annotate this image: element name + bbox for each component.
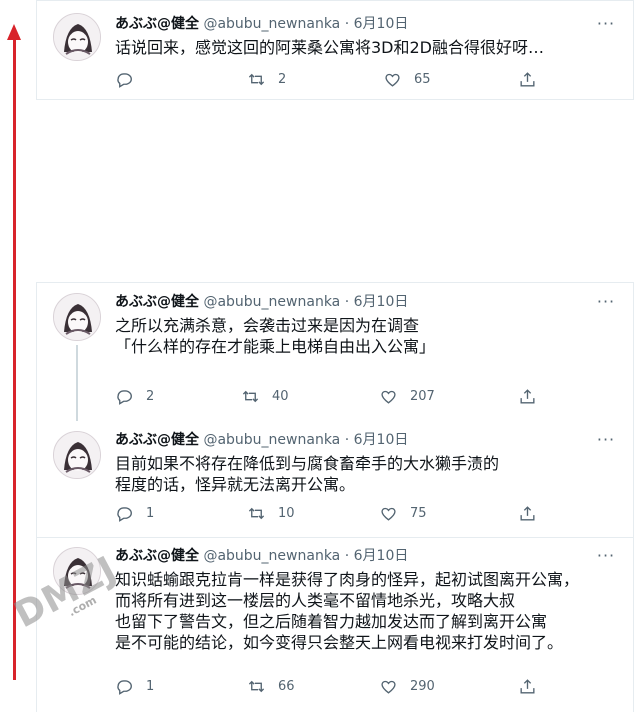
like-count: 290 — [410, 678, 435, 694]
retweet-count: 40 — [272, 388, 289, 404]
reply-count: 2 — [146, 388, 155, 404]
tweet-card: あぶぶ@健全 @abubu_newnanka · 6月10日 ··· 之所以充满… — [36, 282, 634, 712]
tweet-text-line: 知识蛞蝓跟克拉肯一样是获得了肉身的怪异，起初试图离开公寓， — [115, 570, 580, 589]
retweet-icon — [248, 680, 265, 692]
tweet[interactable]: あぶぶ@健全 @abubu_newnanka · 6月10日 ··· 话说回来，… — [37, 1, 633, 101]
share-icon — [520, 678, 535, 694]
separator-dot: · — [344, 432, 350, 448]
separator-dot: · — [344, 294, 350, 310]
tweet-actions: 1 66 290 — [115, 674, 605, 698]
tweet[interactable]: あぶぶ@健全 @abubu_newnanka · 6月10日 ··· 目前如果不… — [37, 421, 633, 529]
share-icon — [520, 388, 535, 404]
reply-button[interactable]: 1 — [115, 501, 154, 525]
avatar-drawing — [54, 432, 100, 478]
annotation-arrow-head — [7, 24, 21, 40]
display-name[interactable]: あぶぶ@健全 — [115, 432, 199, 448]
tweet-header: あぶぶ@健全 @abubu_newnanka · 6月10日 — [115, 293, 408, 311]
tweet-actions: 1 10 75 — [115, 501, 605, 525]
more-icon[interactable]: ··· — [595, 548, 617, 567]
tweet-date[interactable]: 6月10日 — [354, 432, 409, 448]
tweet-text: 之所以充满杀意，会袭击过来是因为在调查 「什么样的存在才能乘上电梯自由出入公寓」 — [115, 315, 435, 357]
share-icon — [520, 505, 535, 521]
tweet-date[interactable]: 6月10日 — [354, 294, 409, 310]
like-icon — [381, 390, 396, 404]
like-count: 75 — [410, 505, 427, 521]
retweet-icon — [248, 507, 265, 519]
tweet-text-line: 而将所有进到这一楼层的人类毫不留情地杀光，攻略大叔 — [115, 591, 516, 610]
tweet-header: あぶぶ@健全 @abubu_newnanka · 6月10日 — [115, 431, 408, 449]
tweet-text: 目前如果不将存在降低到与腐食畜牵手的大水獭手渍的 程度的话，怪异就无法离开公寓。 — [115, 453, 499, 495]
like-button[interactable]: 75 — [379, 501, 427, 525]
display-name[interactable]: あぶぶ@健全 — [115, 16, 199, 32]
retweet-count: 66 — [278, 678, 295, 694]
tweet[interactable]: あぶぶ@健全 @abubu_newnanka · 6月10日 ··· 知识蛞蝓跟… — [37, 539, 633, 713]
reply-icon — [117, 389, 132, 405]
display-name[interactable]: あぶぶ@健全 — [115, 548, 199, 564]
like-count: 207 — [410, 388, 435, 404]
share-button[interactable] — [518, 501, 537, 525]
tweet-divider — [37, 537, 633, 538]
avatar-drawing — [54, 294, 100, 340]
like-button[interactable]: 290 — [379, 674, 435, 698]
tweet-text-line: 是不可能的结论，如今变得只会整天上网看电视来打发时间了。 — [115, 633, 564, 652]
share-button[interactable] — [518, 384, 537, 408]
tweet-date[interactable]: 6月10日 — [354, 16, 409, 32]
user-handle[interactable]: @abubu_newnanka — [203, 294, 340, 310]
tweet-header: あぶぶ@健全 @abubu_newnanka · 6月10日 — [115, 15, 408, 33]
retweet-button[interactable]: 40 — [241, 384, 289, 408]
reply-button[interactable] — [115, 67, 146, 91]
user-handle[interactable]: @abubu_newnanka — [203, 432, 340, 448]
like-button[interactable]: 207 — [379, 384, 435, 408]
tweet-card: あぶぶ@健全 @abubu_newnanka · 6月10日 ··· 话说回来，… — [36, 0, 634, 100]
reply-icon — [117, 679, 132, 695]
reply-icon — [117, 506, 132, 522]
retweet-count: 2 — [278, 71, 287, 87]
display-name[interactable]: あぶぶ@健全 — [115, 294, 199, 310]
avatar[interactable] — [53, 431, 101, 479]
retweet-icon — [242, 390, 259, 402]
reply-button[interactable]: 1 — [115, 674, 154, 698]
user-handle[interactable]: @abubu_newnanka — [203, 16, 340, 32]
share-button[interactable] — [518, 674, 537, 698]
tweet-text: 知识蛞蝓跟克拉肯一样是获得了肉身的怪异，起初试图离开公寓， 而将所有进到这一楼层的… — [115, 569, 579, 653]
more-icon[interactable]: ··· — [595, 432, 617, 451]
tweet-text-line: 也留下了警告文，但之后随着智力越加发达而了解到离开公寓 — [115, 612, 548, 631]
reply-icon — [117, 72, 132, 88]
tweet-text: 话说回来，感觉这回的阿莱桑公寓将3D和2D融合得很好呀… — [115, 37, 544, 58]
reply-count: 1 — [146, 678, 155, 694]
tweet-date[interactable]: 6月10日 — [354, 548, 409, 564]
retweet-button[interactable]: 2 — [247, 67, 286, 91]
like-icon — [385, 73, 400, 87]
tweet-actions: 2 65 — [115, 67, 605, 91]
separator-dot: · — [344, 548, 350, 564]
avatar[interactable] — [53, 13, 101, 61]
tweet-text-line: 程度的话，怪异就无法离开公寓。 — [115, 475, 356, 494]
retweet-count: 10 — [278, 505, 295, 521]
tweet-header: あぶぶ@健全 @abubu_newnanka · 6月10日 — [115, 547, 408, 565]
like-icon — [381, 680, 396, 694]
retweet-button[interactable]: 66 — [247, 674, 295, 698]
reply-count: 1 — [146, 505, 155, 521]
tweet-text-line: 之所以充满杀意，会袭击过来是因为在调查 — [115, 316, 420, 335]
like-icon — [381, 507, 396, 521]
retweet-icon — [248, 73, 265, 85]
like-button[interactable]: 65 — [383, 67, 431, 91]
separator-dot: · — [344, 16, 350, 32]
tweet-actions: 2 40 207 — [115, 384, 605, 408]
share-icon — [520, 71, 535, 87]
avatar[interactable] — [53, 293, 101, 341]
retweet-button[interactable]: 10 — [247, 501, 295, 525]
share-button[interactable] — [518, 67, 537, 91]
avatar-drawing — [54, 14, 100, 60]
tweet[interactable]: あぶぶ@健全 @abubu_newnanka · 6月10日 ··· 之所以充满… — [37, 283, 633, 415]
like-count: 65 — [414, 71, 431, 87]
tweet-text-line: 「什么样的存在才能乘上电梯自由出入公寓」 — [115, 337, 436, 356]
more-icon[interactable]: ··· — [595, 16, 617, 35]
more-icon[interactable]: ··· — [595, 294, 617, 313]
annotation-arrow-line — [13, 30, 16, 680]
reply-button[interactable]: 2 — [115, 384, 154, 408]
user-handle[interactable]: @abubu_newnanka — [203, 548, 340, 564]
tweet-text-line: 话说回来，感觉这回的阿莱桑公寓将3D和2D融合得很好呀… — [115, 38, 545, 57]
tweet-text-line: 目前如果不将存在降低到与腐食畜牵手的大水獭手渍的 — [115, 454, 500, 473]
